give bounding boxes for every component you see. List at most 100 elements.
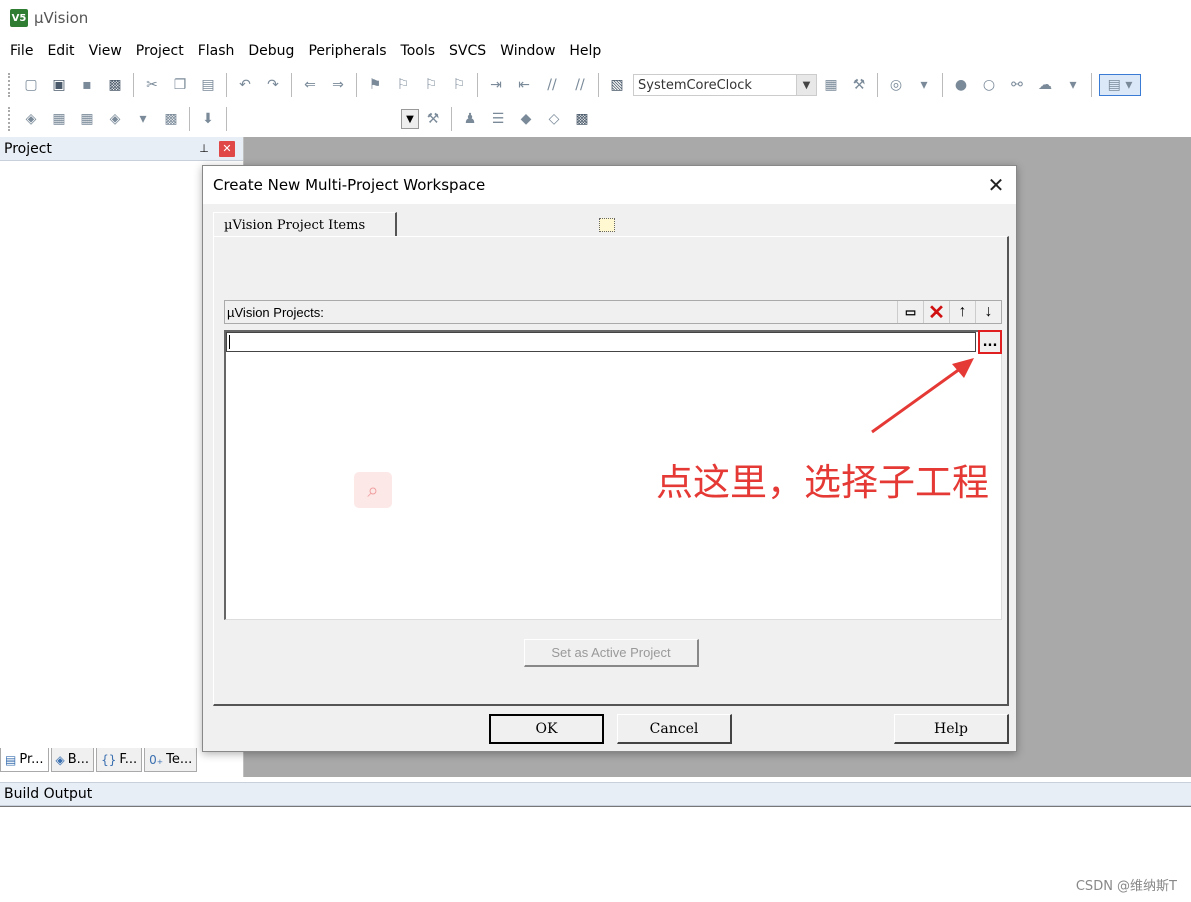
menu-flash[interactable]: Flash <box>198 43 235 59</box>
find-in-files-icon[interactable]: ▧ <box>606 74 628 96</box>
project-panel-tabs: ▤ Pr... ◈ B... {} F... 0₊ Te... <box>0 748 199 774</box>
open-folder-icon[interactable]: ▣ <box>48 74 70 96</box>
new-item-icon[interactable]: ▭ <box>897 301 923 323</box>
menu-view[interactable]: View <box>89 43 122 59</box>
translate-icon[interactable]: ◈ <box>20 108 42 130</box>
projects-list[interactable]: ... ⌕ 点这里，选择子工程 <box>224 330 1002 620</box>
cancel-button[interactable]: Cancel <box>617 714 732 744</box>
toolbar-separator <box>1091 73 1092 97</box>
chevron-down-icon[interactable]: ▼ <box>796 75 816 95</box>
move-down-icon[interactable]: ↓ <box>975 301 1001 323</box>
save-all-icon[interactable]: ▩ <box>104 74 126 96</box>
move-up-icon[interactable]: ↑ <box>949 301 975 323</box>
incremental-find-icon[interactable]: ⚒ <box>848 74 870 96</box>
run-time-environment-icon[interactable]: ▩ <box>571 108 593 130</box>
chevron-down-icon[interactable]: ▾ <box>913 74 935 96</box>
tab-functions[interactable]: {} F... <box>96 748 143 772</box>
prev-bookmark-icon[interactable]: ⚐ <box>392 74 414 96</box>
save-icon[interactable]: ▪ <box>76 74 98 96</box>
window-layout-icon[interactable]: ▤ ▾ <box>1099 74 1141 96</box>
toolbar-separator <box>291 73 292 97</box>
redo-icon[interactable]: ↷ <box>262 74 284 96</box>
projects-list-header: µVision Projects: ▭ ✕ ↑ ↓ <box>224 300 1002 324</box>
dialog-title: Create New Multi-Project Workspace <box>213 176 486 194</box>
configure-icon[interactable]: ☁ <box>1034 74 1056 96</box>
help-button[interactable]: Help <box>894 714 1009 744</box>
paste-icon[interactable]: ▤ <box>197 74 219 96</box>
project-path-input[interactable] <box>226 332 976 352</box>
chevron-down-icon[interactable]: ▾ <box>132 108 154 130</box>
dialog-close-icon[interactable]: ✕ <box>976 173 1016 197</box>
unindent-icon[interactable]: ⇤ <box>513 74 535 96</box>
pack-installer-icon[interactable]: ◇ <box>543 108 565 130</box>
target-options-icon[interactable]: ⚒ <box>422 108 444 130</box>
tab-project-items[interactable]: µVision Project Items <box>213 212 397 237</box>
menu-peripherals[interactable]: Peripherals <box>308 43 386 59</box>
debug-session-icon[interactable]: ◎ <box>885 74 907 96</box>
new-file-icon[interactable]: ▢ <box>20 74 42 96</box>
tab-project[interactable]: ▤ Pr... <box>0 748 49 772</box>
select-packs-icon[interactable]: ◆ <box>515 108 537 130</box>
file-extensions-icon[interactable]: ☰ <box>487 108 509 130</box>
navigate-back-icon[interactable]: ⇐ <box>299 74 321 96</box>
toolbar-separator <box>598 73 599 97</box>
menu-project[interactable]: Project <box>136 43 184 59</box>
build-output-body[interactable]: CSDN @维纳斯T <box>0 806 1191 902</box>
chevron-down-icon[interactable]: ▾ <box>1062 74 1084 96</box>
multi-project-dialog: Create New Multi-Project Workspace ✕ µVi… <box>202 165 1017 752</box>
find-combo[interactable]: SystemCoreClock ▼ <box>633 74 817 96</box>
batch-build-icon[interactable]: ◈ <box>104 108 126 130</box>
target-select-chevron-icon[interactable]: ▼ <box>401 109 419 129</box>
menu-tools[interactable]: Tools <box>401 43 436 59</box>
toolbar-separator <box>226 73 227 97</box>
tab-label: Te... <box>166 752 193 767</box>
copy-icon[interactable]: ❐ <box>169 74 191 96</box>
toolbar-separator <box>451 107 452 131</box>
menu-file[interactable]: File <box>10 43 33 59</box>
search-icon: ⌕ <box>354 472 392 508</box>
bookmark-icon[interactable]: ⚑ <box>364 74 386 96</box>
indent-icon[interactable]: ⇥ <box>485 74 507 96</box>
tab-label: Pr... <box>19 752 44 767</box>
set-active-project-button[interactable]: Set as Active Project <box>524 639 699 667</box>
delete-icon[interactable]: ✕ <box>923 301 949 324</box>
toolbar-separator <box>356 73 357 97</box>
build-toolbar: ◈ ▦ ▦ ◈ ▾ ▩ ⬇ ▼ ⚒ ♟ ☰ ◆ ◇ ▩ <box>0 102 1191 136</box>
menu-svcs[interactable]: SVCS <box>449 43 486 59</box>
menu-help[interactable]: Help <box>569 43 601 59</box>
pin-icon[interactable]: ⊥ <box>197 142 211 156</box>
project-panel-title: Project <box>4 140 52 157</box>
cut-icon[interactable]: ✂ <box>141 74 163 96</box>
kill-breakpoints-icon[interactable]: ⚯ <box>1006 74 1028 96</box>
comment-icon[interactable]: // <box>541 74 563 96</box>
download-icon[interactable]: ⬇ <box>197 108 219 130</box>
menu-bar: File Edit View Project Flash Debug Perip… <box>0 38 1191 64</box>
templates-tab-icon: 0₊ <box>149 752 164 767</box>
uncomment-icon[interactable]: // <box>569 74 591 96</box>
books-tab-icon: ◈ <box>55 752 65 767</box>
close-icon[interactable]: ✕ <box>219 140 235 157</box>
breakpoint-icon[interactable]: ● <box>950 74 972 96</box>
stop-build-icon[interactable]: ▩ <box>160 108 182 130</box>
manage-components-icon[interactable]: ♟ <box>459 108 481 130</box>
new-workspace-icon[interactable] <box>599 218 615 232</box>
navigate-forward-icon[interactable]: ⇒ <box>327 74 349 96</box>
build-icon[interactable]: ▦ <box>48 108 70 130</box>
menu-window[interactable]: Window <box>500 43 555 59</box>
menu-debug[interactable]: Debug <box>248 43 294 59</box>
ok-button[interactable]: OK <box>489 714 604 744</box>
tab-templates[interactable]: 0₊ Te... <box>144 748 198 772</box>
undo-icon[interactable]: ↶ <box>234 74 256 96</box>
menu-edit[interactable]: Edit <box>47 43 74 59</box>
next-bookmark-icon[interactable]: ⚐ <box>420 74 442 96</box>
window-titlebar: V5 µVision <box>0 0 1191 36</box>
toolbar-grip[interactable] <box>8 73 11 97</box>
find-icon[interactable]: ▦ <box>820 74 842 96</box>
clear-bookmarks-icon[interactable]: ⚐ <box>448 74 470 96</box>
toolbar-separator <box>189 107 190 131</box>
rebuild-icon[interactable]: ▦ <box>76 108 98 130</box>
disable-breakpoint-icon[interactable]: ○ <box>978 74 1000 96</box>
toolbar-grip[interactable] <box>8 107 11 131</box>
tab-label: B... <box>67 752 90 767</box>
tab-books[interactable]: ◈ B... <box>50 748 95 772</box>
